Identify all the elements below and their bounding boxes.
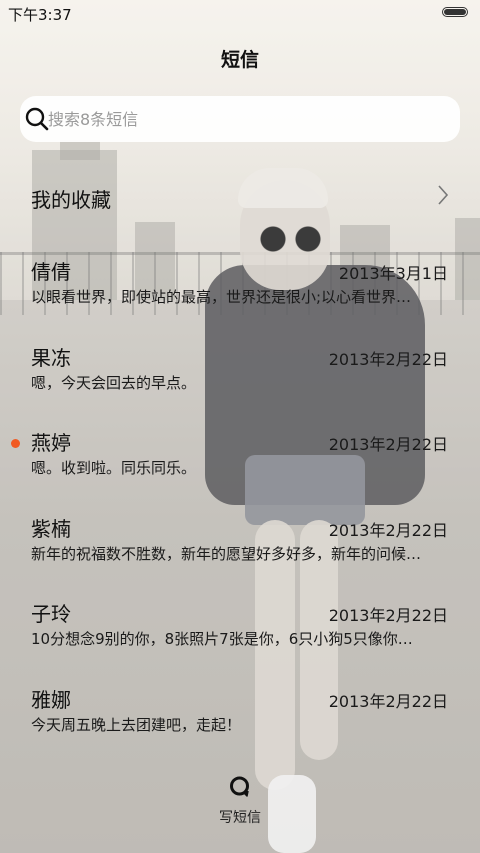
unread-dot [11,439,20,448]
message-item[interactable]: 果冻 2013年2月22日 嗯，今天会回去的早点。 [0,338,480,424]
message-list: 倩倩 2013年3月1日 以眼看世界，即使站的最高，世界还是很小;以心看世界… … [0,252,480,765]
message-date: 2013年2月22日 [328,606,448,625]
status-time: 下午3:37 [8,6,72,24]
search-input[interactable] [48,96,448,142]
message-date: 2013年2月22日 [328,520,448,540]
sender-name: 雅娜 [31,687,71,712]
battery-icon [442,7,468,17]
search-icon [25,107,49,131]
sender-name: 子玲 [31,602,71,626]
message-preview: 嗯，今天会回去的早点。 [31,373,197,392]
message-date: 2013年2月22日 [328,349,448,369]
sender-name: 果冻 [31,345,71,370]
message-item[interactable]: 子玲 2013年2月22日 10分想念9别的你，8张照片7张是你，6只小狗5只像… [0,594,480,680]
message-preview: 今天周五晚上去团建吧，走起！ [31,715,242,734]
message-item[interactable]: 燕婷 2013年2月22日 嗯。收到啦。同乐同乐。 [0,423,480,509]
message-item[interactable]: 雅娜 2013年2月22日 今天周五晚上去团建吧，走起！ [0,680,480,766]
message-preview: 新年的祝福数不胜数，新年的愿望好多好多，新年的问候… [31,544,422,563]
favorites-row[interactable]: 我的收藏 [0,170,480,222]
sender-name: 燕婷 [31,431,71,455]
message-preview: 以眼看世界，即使站的最高，世界还是很小;以心看世界… [31,288,412,306]
status-bar: 下午3:37 [0,0,480,26]
message-item[interactable]: 紫楠 2013年2月22日 新年的祝福数不胜数，新年的愿望好多好多，新年的问候… [0,509,480,595]
compose-button[interactable]: 写短信 [200,775,280,835]
sender-name: 紫楠 [31,516,71,541]
compose-label: 写短信 [219,810,261,826]
message-item[interactable]: 倩倩 2013年3月1日 以眼看世界，即使站的最高，世界还是很小;以心看世界… [0,252,480,338]
chevron-right-icon [438,185,449,205]
search-bar[interactable] [20,96,460,142]
sender-name: 倩倩 [31,260,71,284]
compose-icon [230,776,249,797]
message-date: 2013年2月22日 [328,435,448,454]
message-date: 2013年3月1日 [338,264,448,283]
message-preview: 10分想念9别的你，8张照片7张是你，6只小狗5只像你… [31,630,413,648]
message-preview: 嗯。收到啦。同乐同乐。 [31,459,197,477]
message-date: 2013年2月22日 [328,691,448,711]
page-title: 短信 [220,49,259,71]
favorites-label: 我的收藏 [31,188,111,212]
